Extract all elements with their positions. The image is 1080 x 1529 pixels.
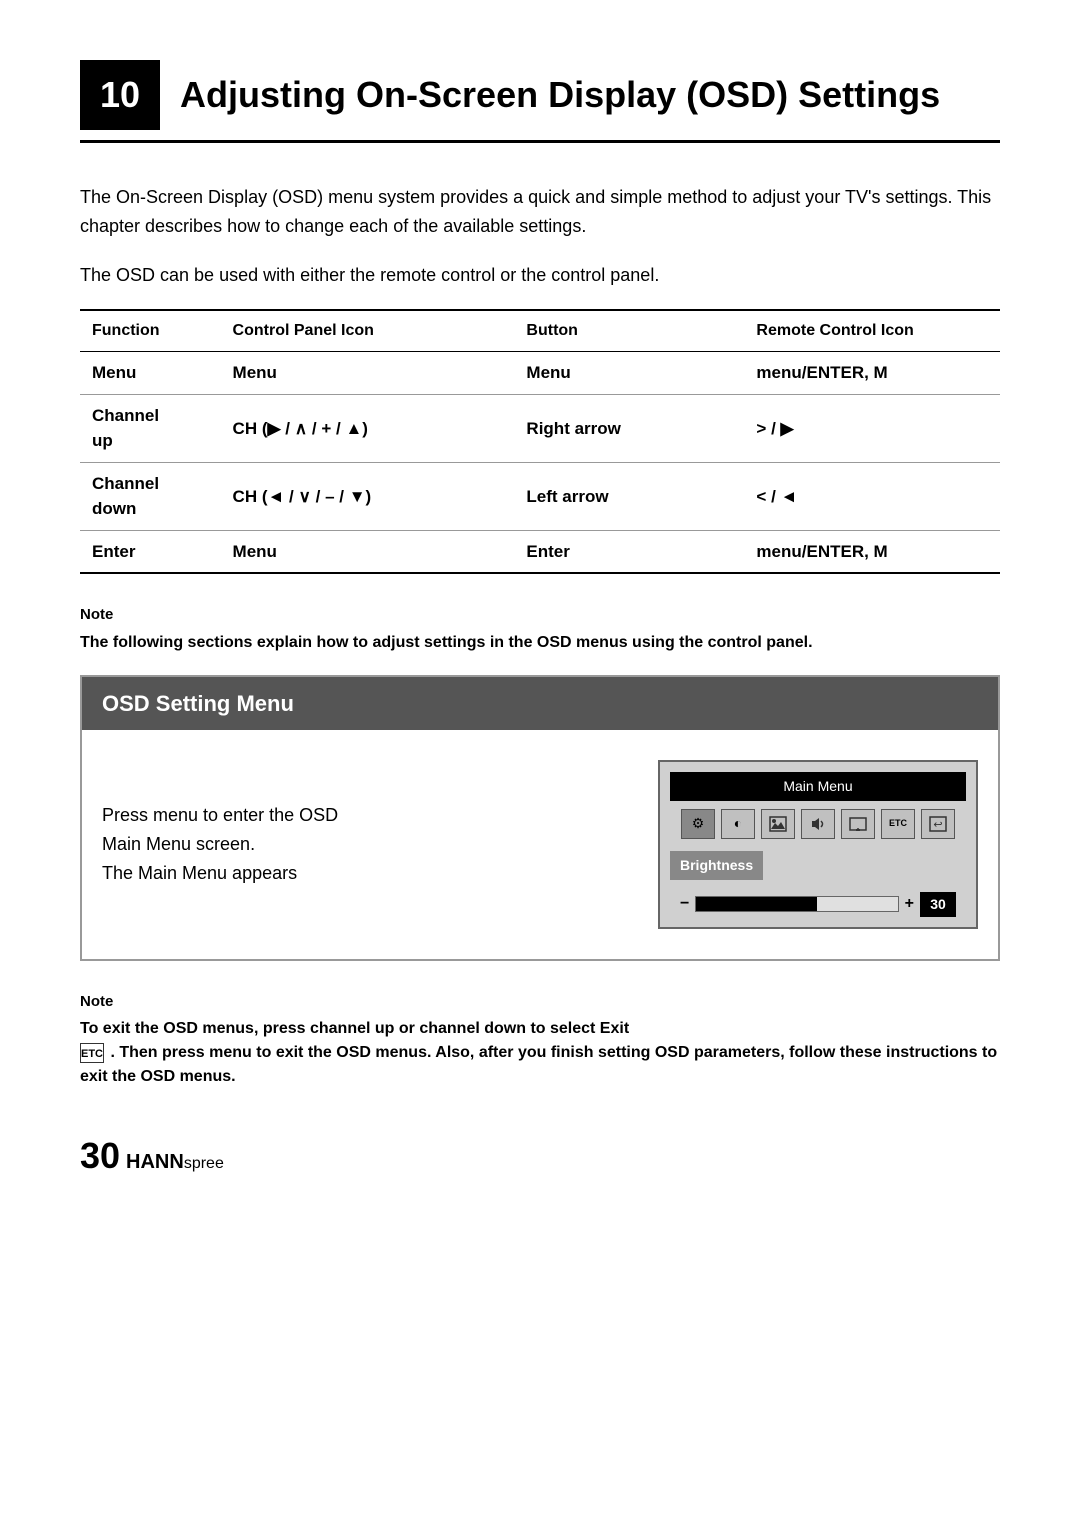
note-2-line1: To exit the OSD menus, press channel up …: [80, 1020, 629, 1037]
note-1-text: The following sections explain how to ad…: [80, 631, 1000, 655]
note-2: Note To exit the OSD menus, press channe…: [80, 991, 1000, 1090]
table-cell-function: Channelup: [80, 394, 221, 462]
chapter-header: 10 Adjusting On-Screen Display (OSD) Set…: [80, 60, 1000, 143]
table-cell-button: Left arrow: [514, 462, 744, 530]
osd-description: Press menu to enter the OSD Main Menu sc…: [102, 801, 628, 887]
osd-desc-line2: Main Menu screen.: [102, 834, 255, 854]
table-header-remote: Remote Control Icon: [744, 310, 1000, 352]
osd-icons-row: ⚙ ◐: [670, 809, 966, 839]
brand-name: HANNspree: [126, 1147, 224, 1177]
table-cell-control: Menu: [221, 530, 515, 573]
table-cell-function: Channeldown: [80, 462, 221, 530]
note-2-line2: . Then press menu to exit the OSD menus.…: [80, 1044, 997, 1085]
note-2-text: To exit the OSD menus, press channel up …: [80, 1017, 1000, 1089]
etc-icon: ETC: [80, 1043, 104, 1063]
table-header-function: Function: [80, 310, 221, 352]
osd-icon-contrast: ◐: [721, 809, 755, 839]
osd-icon-back: ↩: [921, 809, 955, 839]
brightness-label: Brightness: [670, 851, 966, 892]
osd-setting-menu-box: OSD Setting Menu Press menu to enter the…: [80, 675, 1000, 961]
table-cell-control: Menu: [221, 352, 515, 395]
brand-hann: HANN: [126, 1151, 184, 1173]
osd-desc-line1: Press menu to enter the OSD: [102, 805, 338, 825]
table-row: Menu Menu Menu menu/ENTER, M: [80, 352, 1000, 395]
page-number: 30: [80, 1129, 120, 1183]
osd-icon-screen: [841, 809, 875, 839]
table-cell-button: Enter: [514, 530, 744, 573]
osd-box-header: OSD Setting Menu: [82, 677, 998, 730]
table-cell-remote: < / ◄: [744, 462, 1000, 530]
slider-value: 30: [920, 892, 956, 917]
table-cell-function: Menu: [80, 352, 221, 395]
table-header-control: Control Panel Icon: [221, 310, 515, 352]
osd-screen-mockup: Main Menu ⚙ ◐: [658, 760, 978, 929]
osd-icon-settings: ⚙: [681, 809, 715, 839]
osd-icon-picture: [761, 809, 795, 839]
table-row: Channelup CH (▶ / ∧ / + / ▲) Right arrow…: [80, 394, 1000, 462]
note-1: Note The following sections explain how …: [80, 604, 1000, 655]
svg-text:↩: ↩: [933, 819, 942, 831]
osd-menu-bar: Main Menu: [670, 772, 966, 801]
table-row: Channeldown CH (◄ / ∨ / – / ▼) Left arro…: [80, 462, 1000, 530]
table-cell-button: Menu: [514, 352, 744, 395]
note-2-label: Note: [80, 991, 1000, 1014]
slider-minus-icon: −: [680, 892, 689, 916]
table-header-button: Button: [514, 310, 744, 352]
osd-box-content: Press menu to enter the OSD Main Menu sc…: [82, 730, 998, 959]
page-footer: 30 HANNspree: [80, 1129, 1000, 1183]
note-2-icon: ETC: [80, 1044, 110, 1061]
table-row: Enter Menu Enter menu/ENTER, M: [80, 530, 1000, 573]
slider-fill: [696, 897, 817, 911]
table-cell-remote: menu/ENTER, M: [744, 352, 1000, 395]
osd-desc-line3: The Main Menu appears: [102, 863, 297, 883]
table-cell-function: Enter: [80, 530, 221, 573]
chapter-number: 10: [80, 60, 160, 130]
slider-plus-icon: +: [905, 892, 914, 916]
brand-spree: spree: [184, 1155, 224, 1172]
table-cell-remote: > / ▶: [744, 394, 1000, 462]
slider-track: [695, 896, 898, 912]
table-cell-remote: menu/ENTER, M: [744, 530, 1000, 573]
table-cell-control: CH (◄ / ∨ / – / ▼): [221, 462, 515, 530]
intro-paragraph-2: The OSD can be used with either the remo…: [80, 261, 1000, 290]
table-cell-button: Right arrow: [514, 394, 744, 462]
osd-icon-etc: ETC: [881, 809, 915, 839]
osd-icon-sound: [801, 809, 835, 839]
osd-slider-row: − + 30: [670, 892, 966, 917]
chapter-title: Adjusting On-Screen Display (OSD) Settin…: [180, 60, 940, 130]
settings-table: Function Control Panel Icon Button Remot…: [80, 309, 1000, 574]
table-cell-control: CH (▶ / ∧ / + / ▲): [221, 394, 515, 462]
note-1-label: Note: [80, 604, 1000, 627]
intro-paragraph-1: The On-Screen Display (OSD) menu system …: [80, 183, 1000, 241]
